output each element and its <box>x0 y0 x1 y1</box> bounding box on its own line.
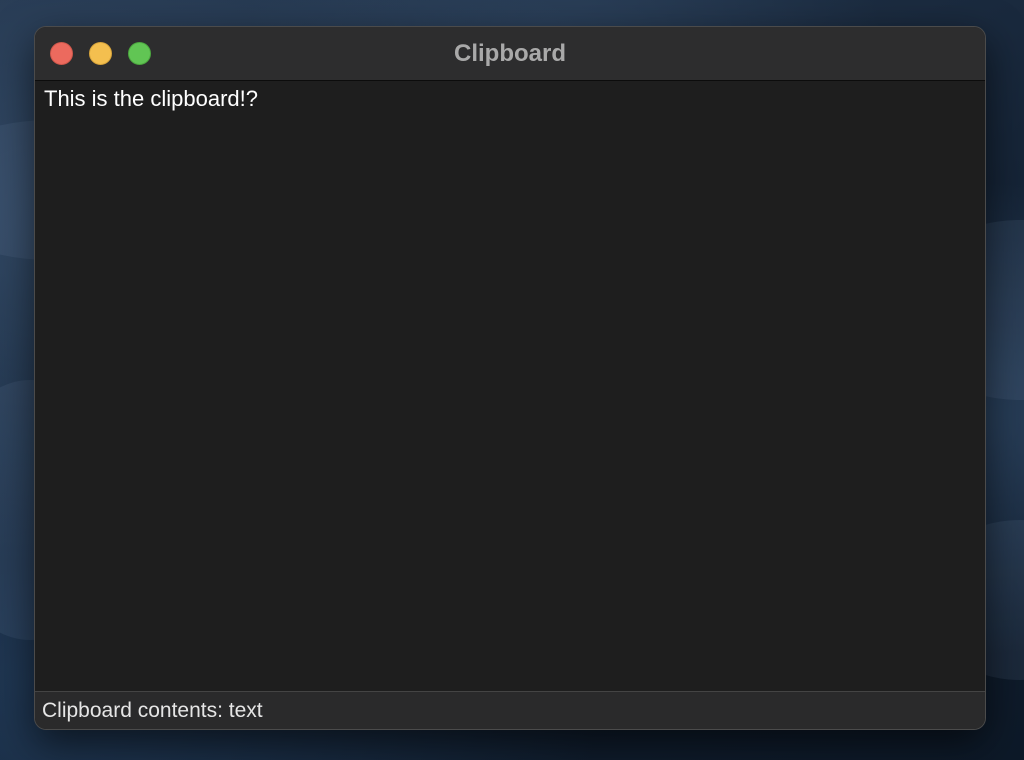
window-title: Clipboard <box>454 40 566 67</box>
clipboard-content-area[interactable]: This is the clipboard!? <box>35 81 985 693</box>
clipboard-text: This is the clipboard!? <box>44 86 258 111</box>
window-titlebar[interactable]: Clipboard <box>35 27 985 81</box>
clipboard-window: Clipboard This is the clipboard!? Clipbo… <box>34 26 986 730</box>
status-bar: Clipboard contents: text <box>35 691 985 729</box>
status-text: Clipboard contents: text <box>42 699 263 722</box>
